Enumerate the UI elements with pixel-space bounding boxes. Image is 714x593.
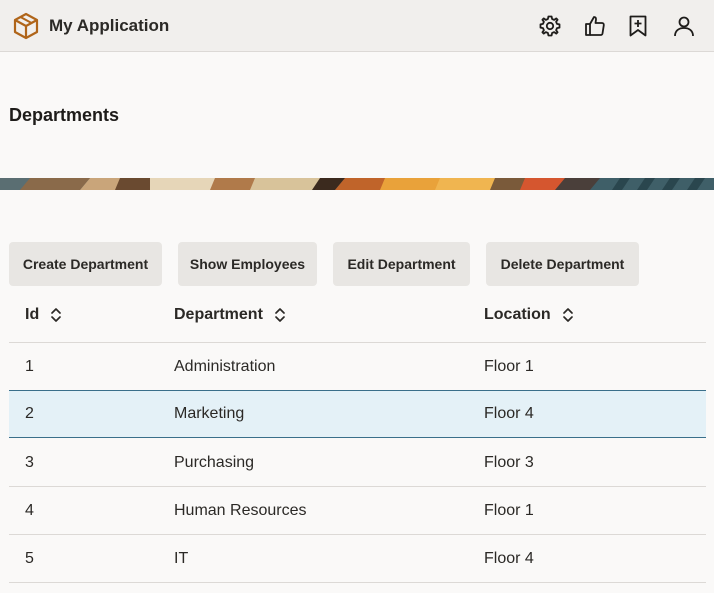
column-header-id[interactable]: Id (25, 306, 63, 324)
box-icon[interactable] (12, 12, 40, 40)
show-employees-button[interactable]: Show Employees (178, 242, 317, 286)
gear-icon[interactable] (538, 14, 562, 38)
table-row[interactable]: 3 Purchasing Floor 3 (9, 439, 706, 487)
bookmark-add-icon[interactable] (626, 14, 650, 38)
cell-location: Floor 4 (484, 405, 534, 422)
cell-location: Floor 4 (484, 549, 534, 567)
decorative-banner (0, 178, 714, 190)
cell-department: Purchasing (174, 453, 255, 471)
cell-department: IT (174, 549, 189, 567)
cell-id: 3 (25, 453, 34, 471)
page-title: Departments (9, 105, 120, 125)
cell-location: Floor 1 (484, 501, 534, 519)
table-row[interactable]: 4 Human Resources Floor 1 (9, 487, 706, 535)
user-icon[interactable] (672, 14, 696, 38)
sort-icon[interactable] (273, 306, 287, 324)
cell-id: 5 (25, 549, 34, 567)
column-header-label: Id (25, 306, 40, 323)
cell-location: Floor 3 (484, 453, 534, 471)
table-row[interactable]: 1 Administration Floor 1 (9, 343, 706, 391)
column-header-label: Department (174, 306, 263, 323)
delete-department-button[interactable]: Delete Department (486, 242, 639, 286)
cell-id: 1 (25, 357, 34, 375)
sort-icon[interactable] (561, 306, 575, 324)
cell-department: Marketing (174, 405, 245, 422)
cell-department: Human Resources (174, 501, 307, 519)
app-header: My Application (0, 0, 714, 52)
column-header-label: Location (484, 306, 551, 323)
sort-icon[interactable] (49, 306, 63, 324)
edit-department-button[interactable]: Edit Department (333, 242, 470, 286)
cell-department: Administration (174, 357, 276, 375)
cell-id: 2 (25, 405, 34, 422)
cell-location: Floor 1 (484, 357, 534, 375)
table-row-selected[interactable]: 2 Marketing Floor 4 (9, 390, 706, 438)
app-title: My Application (49, 16, 170, 35)
column-header-department[interactable]: Department (174, 306, 287, 324)
column-header-location[interactable]: Location (484, 306, 575, 324)
thumbs-up-icon[interactable] (583, 14, 607, 38)
create-department-button[interactable]: Create Department (9, 242, 162, 286)
table-row[interactable]: 5 IT Floor 4 (9, 535, 706, 583)
cell-id: 4 (25, 501, 34, 519)
